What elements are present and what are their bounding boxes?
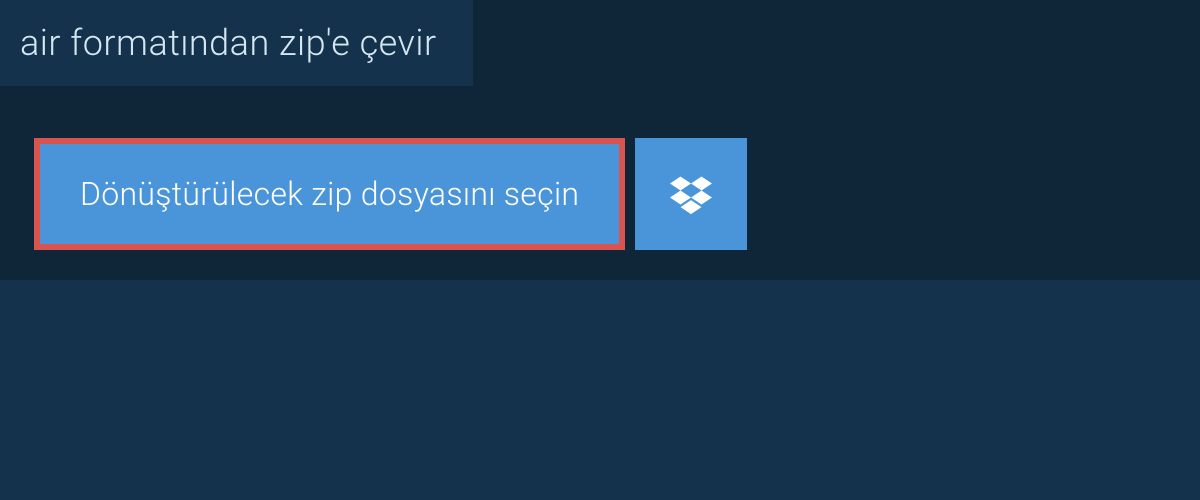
dropbox-button[interactable] [635,138,747,250]
select-file-button[interactable]: Dönüştürülecek zip dosyasını seçin [34,138,625,250]
dropbox-icon [670,173,712,215]
select-file-button-label: Dönüştürülecek zip dosyasını seçin [80,175,579,213]
converter-panel: air formatından zip'e çevir Dönüştürülec… [0,0,1200,280]
page-title: air formatından zip'e çevir [0,0,473,86]
action-row: Dönüştürülecek zip dosyasını seçin [34,138,747,250]
